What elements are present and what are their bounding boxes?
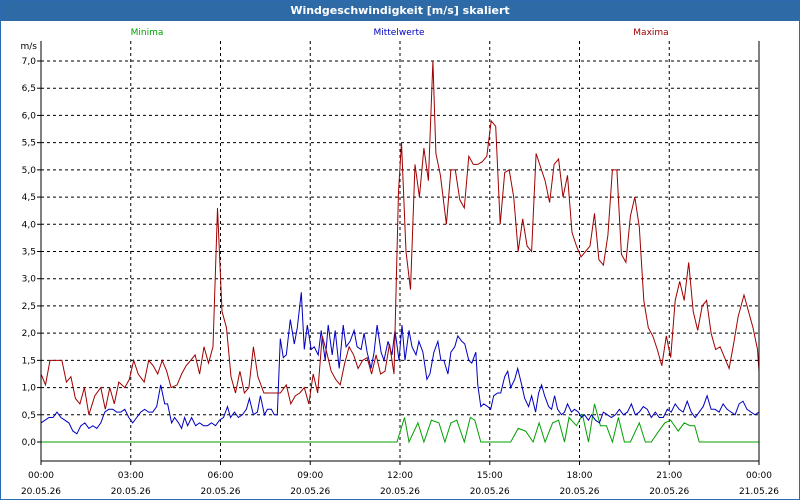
x-tick-time-label: 12:00 (387, 471, 413, 481)
x-tick-time-label: 18:00 (567, 471, 593, 481)
legend-maxima: Maxima (633, 28, 668, 38)
y-tick-label: 3,5 (22, 248, 36, 258)
legend-minima: Minima (131, 28, 164, 38)
x-tick-date-label: 20.05.26 (380, 487, 420, 497)
legend-mittelwerte: Mittelwerte (373, 28, 424, 38)
y-tick-label: 3,0 (22, 275, 37, 285)
x-tick-date-label: 20.05.26 (470, 487, 510, 497)
y-tick-label: 1,5 (22, 356, 36, 366)
wind-speed-chart: 0,0 0,5 1,0 1,5 2,0 2,5 3,0 3,5 4,0 4,5 5,0 5,5 6,0 6… (21, 28, 780, 497)
y-tick-label: 2,5 (22, 302, 36, 312)
y-tick-label: 5,5 (22, 139, 36, 149)
x-tick-time-label: 21:00 (656, 471, 682, 481)
x-tick-time-label: 06:00 (208, 471, 234, 481)
y-tick-label: 7,0 (22, 57, 37, 67)
x-tick-time-label: 15:00 (477, 471, 503, 481)
x-tick-date-label: 21.05.26 (739, 487, 779, 497)
legend: Minima Mittelwerte Maxima (131, 28, 669, 38)
x-tick-date-label: 20.05.26 (559, 487, 599, 497)
y-tick-label: 5,0 (22, 166, 37, 176)
x-tick-time-label: 03:00 (118, 471, 144, 481)
y-tick-label: 6,5 (22, 84, 36, 94)
y-tick-label: 4,5 (22, 193, 36, 203)
y-axis-label: m/s (21, 42, 38, 52)
x-tick-time-label: 09:00 (297, 471, 323, 481)
x-tick-time-label: 00:00 (28, 471, 54, 481)
x-tick-date-label: 20.05.26 (111, 487, 151, 497)
x-tick-date-label: 20.05.26 (200, 487, 240, 497)
chart-window: Windgeschwindigkeit [m/s] skaliert 0,0 0,… (0, 0, 800, 500)
x-tick-date-label: 20.05.26 (649, 487, 689, 497)
x-tick-time-label: 00:00 (746, 471, 772, 481)
y-tick-label: 0,5 (22, 411, 36, 421)
y-tick-label: 1,0 (22, 384, 37, 394)
y-tick-label: 0,0 (22, 438, 37, 448)
y-tick-label: 6,0 (22, 111, 37, 121)
x-tick-date-label: 20.05.26 (290, 487, 330, 497)
y-tick-label: 2,0 (22, 329, 37, 339)
x-tick-date-label: 20.05.26 (21, 487, 61, 497)
y-tick-label: 4,0 (22, 220, 37, 230)
